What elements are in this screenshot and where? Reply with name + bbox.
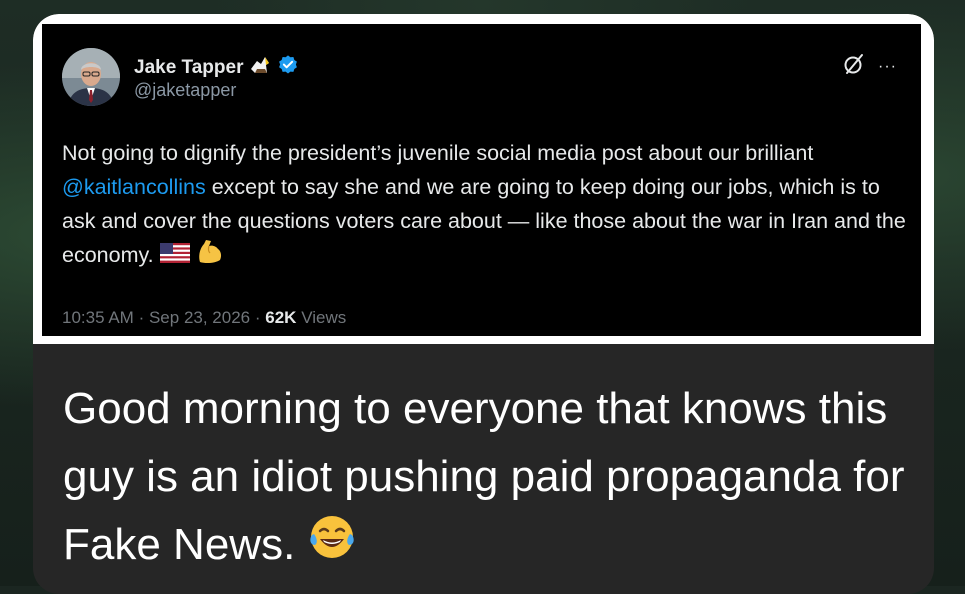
post-caption: Good morning to everyone that knows this… [63,375,913,581]
views-count: 62K [265,308,297,327]
verified-badge-icon[interactable] [277,54,299,82]
post-card: Jake Tapper @jaketapper ··· Not going to… [33,14,934,594]
laughing-tears-emoji-icon [308,513,356,581]
handle[interactable]: @jaketapper [134,80,236,101]
avatar[interactable] [62,48,120,106]
meta-separator: · [138,308,145,327]
grok-slash-icon[interactable] [842,52,866,81]
tweet-card[interactable]: Jake Tapper @jaketapper ··· Not going to… [42,24,921,336]
caption-text: Good morning to everyone that knows this… [63,384,905,569]
meta-separator: · [254,308,261,327]
embedded-screenshot: Jake Tapper @jaketapper ··· Not going to… [33,14,934,344]
us-flag-emoji-icon [159,239,190,273]
tweet-time[interactable]: 10:35 AM [62,308,134,327]
more-icon[interactable]: ··· [878,58,897,76]
display-name[interactable]: Jake Tapper [134,57,243,79]
tweet-meta: 10:35 AM · Sep 23, 2026 · 62K Views [62,308,346,328]
eagle-emoji-icon [249,55,271,81]
tweet-actions-top: ··· [842,52,897,81]
flexed-bicep-emoji-icon [196,238,224,274]
tweet-date[interactable]: Sep 23, 2026 [149,308,250,327]
tweet-text: Not going to dignify the president’s juv… [62,136,912,274]
display-name-row[interactable]: Jake Tapper [134,54,299,82]
mention-link[interactable]: @kaitlancollins [62,175,206,199]
views-label: Views [301,308,347,327]
tweet-text-part1: Not going to dignify the president’s juv… [62,141,814,165]
